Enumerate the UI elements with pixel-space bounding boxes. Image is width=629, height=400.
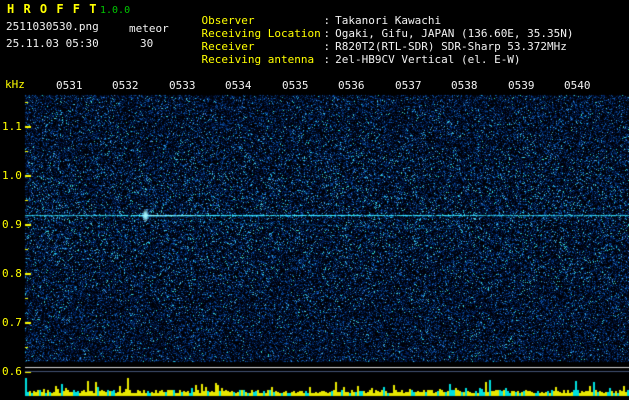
y-tick-label: 1.0 <box>2 169 22 182</box>
x-tick-label: 0531 <box>56 79 83 92</box>
y-tick-label: 1.1 <box>2 120 22 133</box>
info-colon: : <box>323 53 331 66</box>
x-tick-label: 0538 <box>451 79 478 92</box>
x-tick-label: 0533 <box>169 79 196 92</box>
start-datetime: 25.11.03 05:30 <box>6 37 99 50</box>
x-tick-label: 0532 <box>112 79 139 92</box>
info-row-antenna: Receiving antenna:2el-HB9CV Vertical (el… <box>175 42 521 78</box>
x-tick-label: 0537 <box>395 79 422 92</box>
freq-unit-label: kHz <box>5 78 25 91</box>
y-tick-label: 0.9 <box>2 218 22 231</box>
app-title: H R O F F T <box>7 2 98 16</box>
duration-minutes: 30 <box>140 37 154 50</box>
app-version: 1.0.0 <box>100 5 131 16</box>
output-filename: 2511030530.png <box>6 20 99 33</box>
mode-label: meteor <box>129 22 169 35</box>
hrofft-output: H R O F F T 1.0.0 2511030530.png meteor … <box>0 0 629 400</box>
info-value: 2el-HB9CV Vertical (el. E-W) <box>335 53 521 66</box>
x-tick-label: 0536 <box>338 79 365 92</box>
y-tick-label: 0.7 <box>2 316 22 329</box>
info-label: Receiving antenna <box>201 53 315 66</box>
x-tick-label: 0539 <box>508 79 535 92</box>
y-tick-label: 0.8 <box>2 267 22 280</box>
x-tick-label: 0540 <box>564 79 591 92</box>
x-tick-label: 0534 <box>225 79 252 92</box>
y-tick-label: 0.6 <box>2 365 22 378</box>
x-tick-label: 0535 <box>282 79 309 92</box>
